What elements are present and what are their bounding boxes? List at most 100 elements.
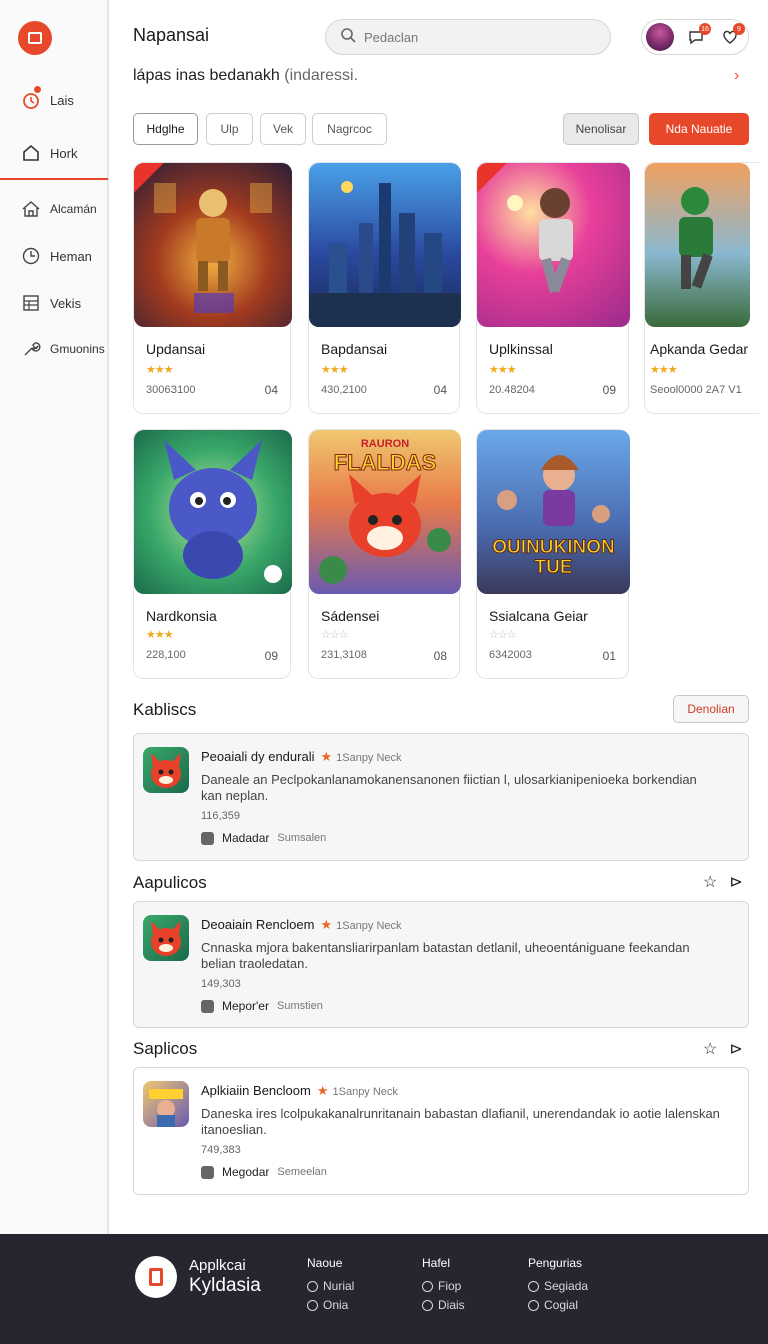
filter-chip[interactable]: Vek — [260, 113, 306, 145]
list-item[interactable]: Deoaiain Rencloem ★ 1Sanpy Neck Cnnaska mj… — [133, 901, 749, 1028]
header-actions: 16 9 — [641, 19, 749, 55]
footer-link[interactable]: Onia — [307, 1298, 354, 1312]
home-icon — [21, 143, 41, 163]
app-name: Peoaiali dy endurali ★ 1Sanpy Neck — [201, 749, 402, 765]
sidebar-item-label: Gmuonins — [50, 342, 105, 356]
app-description: Daneska ires lcolpukakanalrunritanain ba… — [201, 1106, 720, 1137]
sidebar-item-hork[interactable]: Hork — [0, 137, 107, 169]
primary-button[interactable]: Nda Nauatie — [649, 113, 749, 145]
footer-link[interactable]: Cogial — [528, 1298, 588, 1312]
footer-link-label: Onia — [323, 1298, 349, 1312]
game-card[interactable]: OUINUKINON TUE Ssialcana Geiar ☆☆☆ 63420… — [476, 429, 630, 679]
footer-link[interactable]: Fiop — [422, 1279, 465, 1293]
send-icon[interactable]: ⊳ — [729, 1039, 742, 1059]
footer-column: Pengurias Segiada Cogial — [528, 1256, 588, 1317]
game-card[interactable]: Bapdansai ★★★ 430,2100 04 — [308, 162, 461, 414]
game-banner-line2: TUE — [534, 557, 573, 578]
game-thumbnail: OUINUKINON TUE — [477, 430, 630, 594]
rating-stars: ☆☆☆ — [489, 629, 517, 641]
house-icon — [21, 199, 41, 219]
game-number: 04 — [264, 383, 278, 397]
app-footer: Mepor'er Sumstien — [201, 999, 323, 1013]
section-title: Kabliscs — [133, 700, 197, 719]
sidebar-item-alcaman[interactable]: Alcamán — [0, 193, 107, 225]
game-thumbnail: RAURON FLALDAS — [309, 430, 461, 594]
game-meta: 228,100 — [146, 649, 186, 661]
avatar[interactable] — [646, 23, 674, 51]
game-number: 01 — [602, 649, 616, 663]
list-item[interactable]: Aplkiaiin Bencloom ★ 1Sanpy Neck Daneska i… — [133, 1067, 749, 1195]
chat-badge: 16 — [699, 23, 711, 35]
search-bar[interactable] — [325, 19, 611, 55]
footer-link-label: Nurial — [323, 1279, 355, 1293]
game-card[interactable]: Updansai ★★★ 3006З100 04 — [133, 162, 292, 414]
footer-link[interactable]: Nurial — [307, 1279, 354, 1293]
footer-brand-line2: Kyldasia — [189, 1275, 261, 1296]
rating-stars: ★★★ — [146, 629, 174, 641]
chevron-right-icon[interactable]: › — [734, 67, 739, 85]
game-meta: 430,2100 — [321, 384, 367, 396]
filter-chip[interactable]: Nagrcoc — [312, 113, 387, 145]
game-number: 04 — [433, 383, 447, 397]
subtitle-text: lápas inas bedanakh — [133, 67, 280, 84]
sidebar-item-lais[interactable]: Lais — [0, 84, 107, 116]
game-title: Sádensei — [321, 608, 380, 624]
app-icon — [143, 1081, 189, 1127]
game-card[interactable]: Apkanda Gedar ★★★ Seool0000 2А7 V1 — [644, 162, 759, 414]
game-title: Updansai — [146, 341, 206, 357]
footer-link[interactable]: Diais — [422, 1298, 465, 1312]
grid-icon — [21, 293, 41, 313]
footer-link-label: Cogial — [544, 1298, 579, 1312]
section-actions: ☆ ⊳ — [703, 872, 743, 892]
circle-icon — [528, 1299, 539, 1311]
notification-dot — [33, 85, 42, 94]
section-button[interactable]: Denolian — [673, 695, 749, 723]
footer-column: Hafel Fiop Diais — [422, 1256, 465, 1317]
app-count: 149,303 — [201, 978, 241, 990]
star-outline-icon[interactable]: ☆ — [703, 872, 717, 892]
sidebar-item-label: Hork — [50, 145, 78, 161]
heart-badge: 9 — [733, 23, 745, 35]
app-icon — [143, 915, 189, 961]
star-outline-icon[interactable]: ☆ — [703, 1039, 717, 1059]
rating-stars: ☆☆☆ — [321, 629, 349, 641]
search-input[interactable] — [364, 29, 584, 45]
circle-icon — [307, 1299, 318, 1311]
rating-stars: ★★★ — [146, 364, 174, 376]
list-item[interactable]: Peoaiali dy endurali ★ 1Sanpy Neck Daneale… — [133, 733, 749, 861]
wrench-icon — [21, 339, 41, 359]
footer-link[interactable]: Segiada — [528, 1279, 588, 1293]
heart-icon[interactable]: 9 — [718, 23, 745, 49]
game-meta: Seool0000 2А7 V1 — [650, 384, 742, 396]
game-number: 09 — [264, 649, 278, 663]
page-subtitle: lápas inas bedanakh (indaressi. — [133, 67, 358, 85]
app-count: 749,383 — [201, 1144, 241, 1156]
game-card[interactable]: Nardkonsia ★★★ 228,100 09 — [133, 429, 292, 679]
filter-chip[interactable]: Hdglhe — [133, 113, 198, 145]
app-tag: 1Sanpy Neck — [332, 1086, 398, 1098]
game-title: Uplkinssal — [489, 341, 553, 357]
footer-link-label: Diais — [438, 1298, 465, 1312]
game-card[interactable]: RAURON FLALDAS Sádensei ☆☆☆ 231,3108 08 — [308, 429, 461, 679]
section-actions: ☆ ⊳ — [703, 1039, 743, 1059]
footer-column: Naoue Nurial Onia — [307, 1256, 354, 1317]
footer: Applkcai Kyldasia Naoue Nurial Onia Hafe… — [0, 1234, 768, 1344]
app-logo[interactable] — [18, 21, 52, 55]
sidebar-item-gmuonins[interactable]: Gmuonins — [0, 333, 107, 365]
app-description: Cnnaska mjora bakentansliarirpanlam bata… — [201, 940, 690, 971]
filter-chip[interactable]: Ulp — [206, 113, 253, 145]
footer-logo[interactable] — [135, 1256, 177, 1298]
sidebar-item-vekis[interactable]: Vekis — [0, 287, 107, 319]
circle-icon — [528, 1280, 539, 1292]
section-title: Aapulicos — [133, 873, 207, 892]
rating-stars: ★★★ — [321, 364, 349, 376]
star-icon: ★ — [320, 917, 333, 932]
sidebar-item-heman[interactable]: Heman — [0, 240, 107, 272]
send-icon[interactable]: ⊳ — [729, 872, 742, 892]
section-title: Saplicos — [133, 1039, 198, 1058]
secondary-button[interactable]: Nenolisar — [563, 113, 639, 145]
game-card[interactable]: Uplkinssal ★★★ 20.48204 09 — [476, 162, 630, 414]
chat-icon[interactable]: 16 — [684, 23, 711, 49]
game-thumbnail — [134, 430, 292, 594]
shield-icon — [201, 831, 214, 845]
